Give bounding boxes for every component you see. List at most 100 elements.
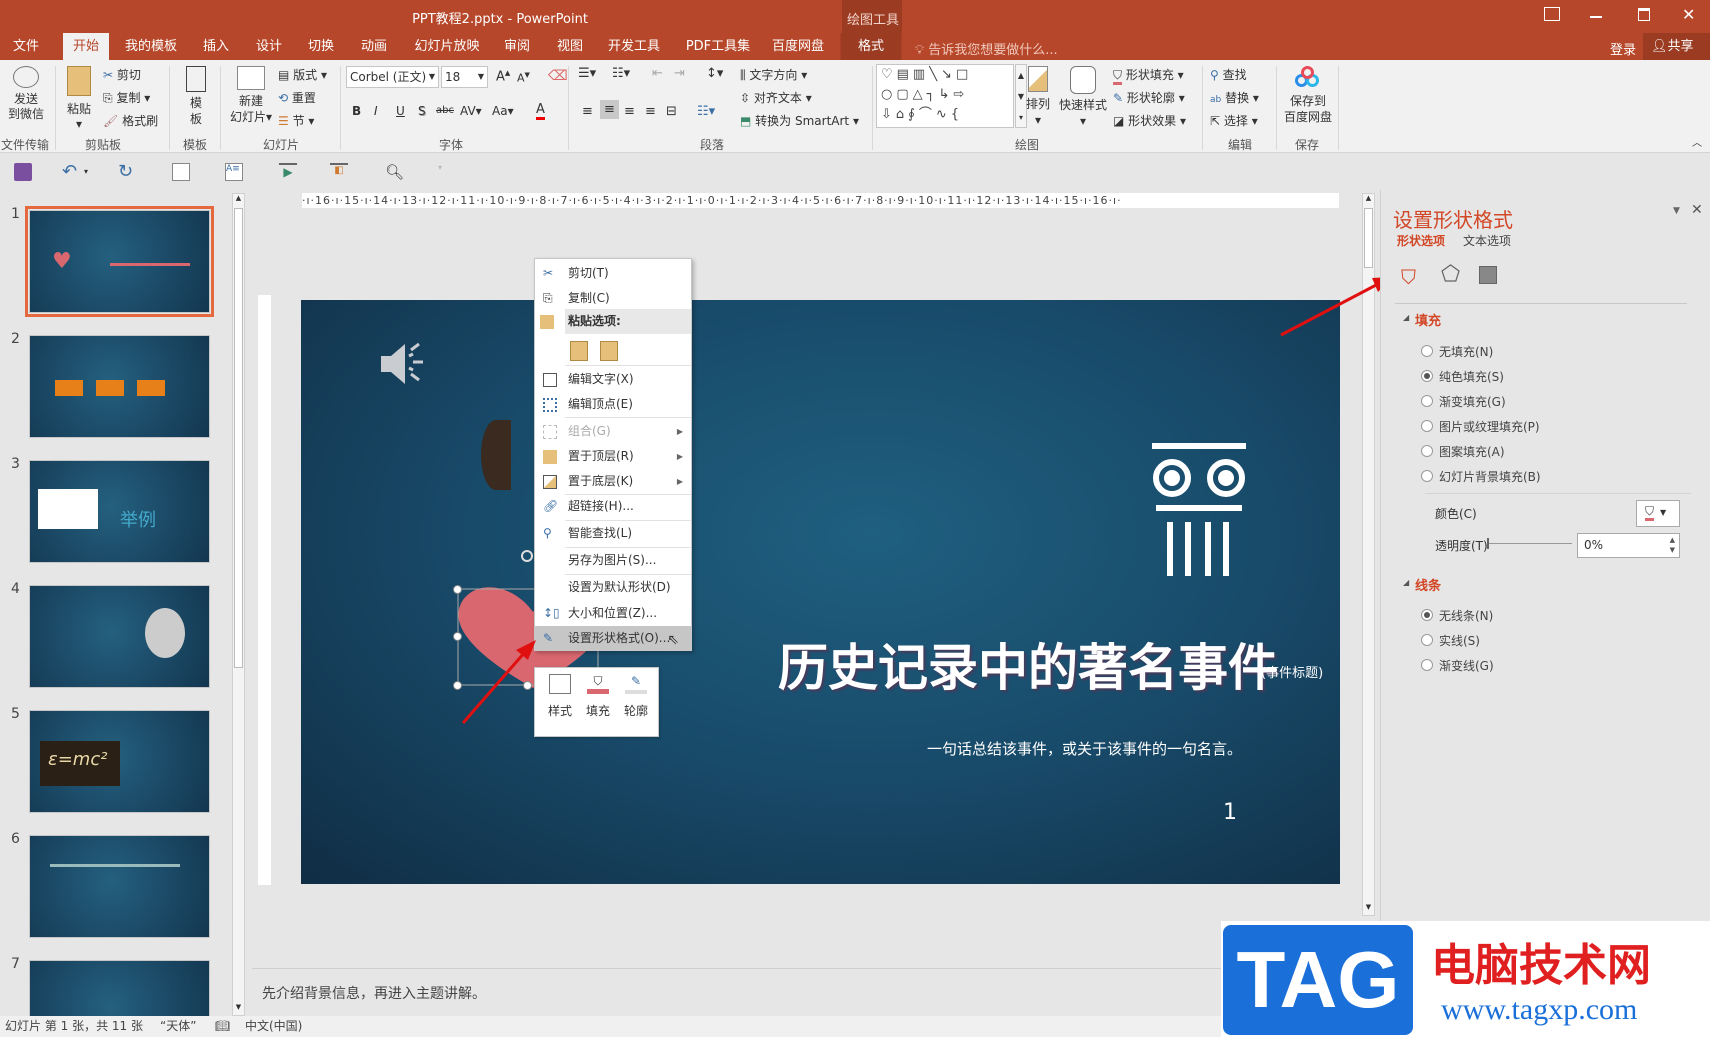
radio-line_options[interactable] [1421,634,1433,646]
bold-button[interactable]: B [352,104,361,118]
select-button[interactable]: ⇱ 选择 ▾ [1210,112,1258,129]
line-section-header[interactable]: 线条 [1415,575,1441,594]
tab-slideshow[interactable]: 幻灯片放映 [404,33,489,60]
radio-label[interactable]: 无填充(N) [1439,343,1493,360]
slide-thumbnail[interactable] [29,835,210,938]
minimize-button[interactable] [1590,16,1602,18]
radio-label[interactable]: 幻灯片背景填充(B) [1439,468,1541,485]
numbering-button[interactable]: ☷▾ [612,66,630,81]
menu-item-smart-lookup[interactable]: ⚲ 智能查找(L) [535,521,691,546]
scroll-up-arrow[interactable]: ▲ [233,194,244,206]
fill-color-picker[interactable]: ⛉ ▼ [1636,500,1680,527]
tab-baidu-netdisk[interactable]: 百度网盘 [762,33,834,60]
tab-shape-options[interactable]: 形状选项 [1397,232,1445,249]
tab-my-templates[interactable]: 我的模板 [115,33,187,60]
increase-indent-button[interactable]: ⇥ [674,66,685,81]
undo-icon[interactable]: ↶ [62,163,80,181]
tab-transitions[interactable]: 切换 [298,33,344,60]
customize-qat-icon[interactable]: ▾ [438,163,456,181]
tab-home[interactable]: 开始 [62,33,110,60]
shadow-button[interactable]: S [418,104,426,118]
slide-subtitle[interactable]: 一句话总结该事件，或关于该事件的一句名言。 [927,738,1242,759]
align-center-button[interactable]: ≡ [600,100,619,119]
slide-thumbnail[interactable] [29,585,210,688]
language[interactable]: 中文(中国) [245,1016,302,1037]
menu-item-hyperlink[interactable]: 🔗︎ 超链接(H)... [535,494,691,519]
mini-fill-button[interactable]: ⛉ 填充 [581,674,615,719]
pane-options-dropdown[interactable]: ▼ [1673,206,1680,216]
radio-label[interactable]: 渐变线(G) [1439,657,1494,674]
resize-handle[interactable] [523,681,532,690]
effects-pentagon-icon[interactable]: ⬠ [1441,262,1460,287]
font-color-button[interactable]: A [536,102,545,120]
maximize-button[interactable] [1638,8,1650,21]
align-right-button[interactable]: ≡ [624,104,635,119]
reset-button[interactable]: ⟲ 重置 [278,89,316,106]
speaker-icon[interactable] [379,340,429,388]
layout-button[interactable]: ▤ 版式 ▾ [278,66,327,83]
line-spacing-button[interactable]: ↕▾ [706,66,723,81]
scrollbar-thumb[interactable] [234,208,243,668]
tab-design[interactable]: 设计 [246,33,292,60]
convert-smartart-button[interactable]: ⬒ 转换为 SmartArt ▾ [740,112,859,129]
bullets-button[interactable]: ☰▾ [578,66,596,81]
align-text-button[interactable]: ⇳ 对齐文本 ▾ [740,89,812,106]
transparency-slider[interactable] [1487,538,1572,549]
scroll-up-arrow[interactable]: ▲ [1363,194,1374,206]
shape-outline-button[interactable]: ✎ 形状轮廓 ▾ [1113,89,1185,106]
save-to-baidu-button[interactable]: 保存到 百度网盘 [1282,66,1334,125]
vertical-ruler[interactable] [258,295,271,885]
format-painter-button[interactable]: 🖌︎ 格式刷 [103,112,158,129]
font-size-select[interactable]: 18 ▼ [441,66,488,88]
save-icon[interactable] [14,163,32,181]
collapse-triangle-icon[interactable]: ◢ [1403,313,1409,322]
justify-button[interactable]: ≡ [645,104,656,119]
spinner-icon[interactable]: ▲ ▼ [1670,535,1675,555]
radio-label[interactable]: 无线条(N) [1439,607,1493,624]
mini-style-button[interactable]: 样式 [543,674,577,719]
resize-handle[interactable] [453,681,462,690]
menu-item-bring-to-front[interactable]: 置于顶层(R) ▶ [535,444,691,469]
radio-label[interactable]: 图片或纹理填充(P) [1439,418,1540,435]
rotation-handle[interactable] [521,550,533,562]
radio-label[interactable]: 渐变填充(G) [1439,393,1506,410]
clear-formatting-icon[interactable]: ⌫ [548,68,568,84]
scrollbar-thumb[interactable] [1364,208,1373,268]
menu-item-edit-points[interactable]: 编辑顶点(E) [535,392,691,417]
tab-view[interactable]: 视图 [547,33,593,60]
thumbnail-scrollbar[interactable]: ▲ ▼ [232,193,245,1016]
tab-file[interactable]: 文件 [3,33,49,60]
mini-outline-button[interactable]: ✎ 轮廓 [619,674,653,719]
size-properties-icon[interactable] [1479,266,1497,284]
italic-button[interactable]: I [374,104,378,118]
character-spacing-button[interactable]: AV▾ [460,104,482,118]
slide-thumbnail[interactable]: ♥ [25,206,214,317]
tab-text-options[interactable]: 文本选项 [1463,232,1511,249]
tell-me-search[interactable]: 💡︎ 告诉我您想要做什么... [915,39,1058,58]
radio-line_options[interactable] [1421,659,1433,671]
font-name-select[interactable]: Corbel (正文) ▼ [346,66,439,88]
radio-fill_options[interactable] [1421,395,1433,407]
login-link[interactable]: 登录 [1610,39,1636,58]
fill-line-icon[interactable]: ⛉ [1401,265,1416,289]
columns-button[interactable]: ☷▾ [697,104,715,119]
paste-button[interactable]: 粘贴 ▾ [64,66,94,131]
decrease-indent-button[interactable]: ⇤ [652,66,663,81]
shapes-gallery[interactable]: ♡▤▥╲↘□ ○▢△┐↳⇨ ⇩⌂∮⌒∿{ [876,64,1014,128]
slide-thumbnail[interactable]: ε=mc² [29,710,210,813]
pane-close-icon[interactable]: ✕ [1691,202,1703,218]
resize-handle[interactable] [453,585,462,594]
presenter-view-icon[interactable]: ◧ [330,163,348,181]
menu-item-copy[interactable]: ⎘ 复制(C) [535,286,691,311]
tab-review[interactable]: 审阅 [494,33,540,60]
slide-canvas[interactable]: 历史记录中的著名事件 (事件标题) 一句话总结该事件，或关于该事件的一句名言。 … [301,300,1340,884]
radio-fill_options[interactable] [1421,470,1433,482]
fill-section-header[interactable]: 填充 [1415,310,1441,329]
menu-item-save-as-picture[interactable]: 另存为图片(S)... [535,548,691,573]
tab-animations[interactable]: 动画 [351,33,397,60]
text-box-icon[interactable]: A≡ [225,163,243,181]
radio-label[interactable]: 纯色填充(S) [1439,368,1504,385]
ribbon-display-options-button[interactable] [1544,7,1560,21]
quick-styles-button[interactable]: 快速样式 ▾ [1058,66,1108,129]
change-case-button[interactable]: Aa▾ [492,104,514,118]
